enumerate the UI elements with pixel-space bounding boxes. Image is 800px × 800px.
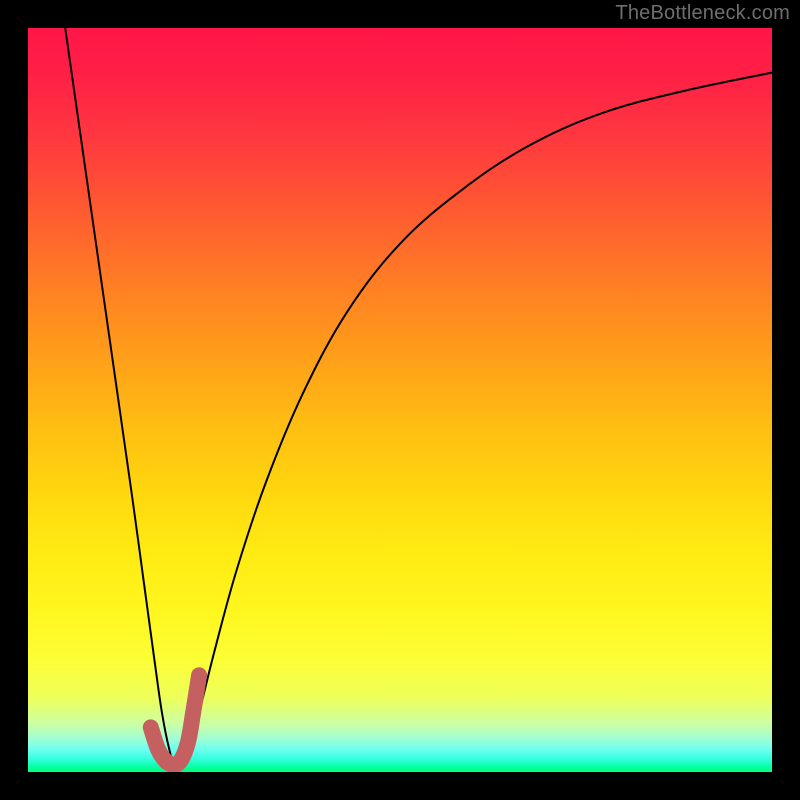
curves-layer <box>28 28 772 772</box>
watermark-text: TheBottleneck.com <box>615 2 790 25</box>
chart-frame: TheBottleneck.com <box>0 0 800 800</box>
plot-area <box>28 28 772 772</box>
bottleneck-curve <box>65 28 772 772</box>
